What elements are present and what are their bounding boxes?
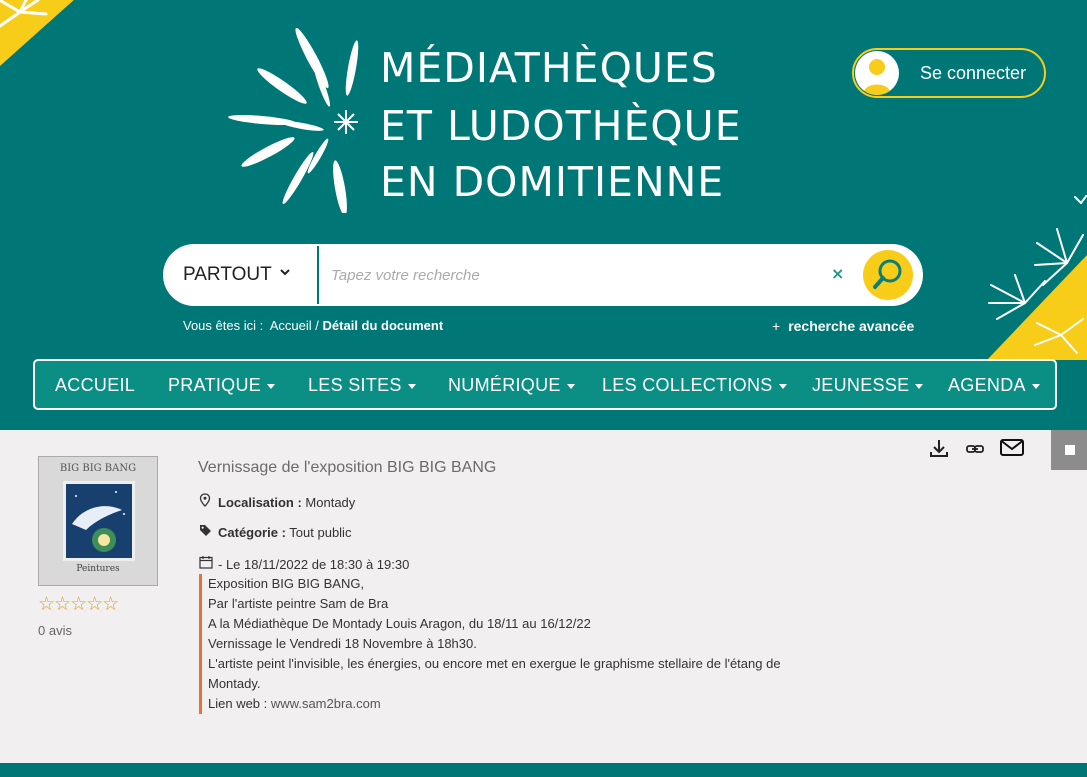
square-icon bbox=[1065, 445, 1075, 455]
document-thumbnail[interactable]: BIG BIG BANG Peintures bbox=[38, 456, 158, 586]
main-nav: ACCUEIL PRATIQUE LES SITES NUMÉRIQUE LES… bbox=[33, 359, 1057, 410]
nav-label: PRATIQUE bbox=[168, 375, 262, 395]
login-button[interactable]: Se connecter bbox=[852, 48, 1046, 98]
description-line: Par l'artiste peintre Sam de Bra bbox=[208, 596, 389, 611]
user-icon bbox=[855, 51, 899, 95]
corner-decoration bbox=[0, 0, 74, 67]
search-divider bbox=[317, 246, 319, 304]
nav-label: JEUNESSE bbox=[812, 375, 910, 395]
date-row: - Le 18/11/2022 de 18:30 à 19:30 bbox=[199, 555, 409, 572]
location-value: Montady bbox=[305, 495, 356, 510]
breadcrumb-separator: / bbox=[315, 318, 319, 333]
caret-down-icon bbox=[915, 383, 924, 389]
category-row: Catégorie : Tout public bbox=[199, 524, 351, 540]
clear-icon[interactable]: × bbox=[831, 264, 844, 283]
search-scope-select[interactable]: PARTOUT bbox=[183, 264, 272, 286]
corner-decoration bbox=[987, 195, 1087, 360]
plus-icon: + bbox=[772, 318, 781, 334]
description-line: Montady. bbox=[208, 676, 261, 691]
search-input[interactable] bbox=[331, 258, 811, 292]
calendar-icon bbox=[199, 555, 213, 572]
location-row: Localisation : Montady bbox=[199, 493, 355, 510]
search-button[interactable] bbox=[863, 250, 913, 300]
review-count: 0 avis bbox=[38, 623, 72, 638]
search-bar: PARTOUT × bbox=[163, 244, 923, 306]
logo-line-3: EN DOMITIENNE bbox=[380, 158, 725, 206]
document-title: Vernissage de l'exposition BIG BIG BANG bbox=[198, 459, 497, 476]
nav-item-les-collections[interactable]: LES COLLECTIONS bbox=[602, 375, 787, 396]
description-line: L'artiste peint l'invisible, les énergie… bbox=[208, 656, 781, 671]
document-description: Exposition BIG BIG BANG, Par l'artiste p… bbox=[199, 574, 799, 714]
caret-down-icon bbox=[407, 383, 416, 389]
site-footer bbox=[0, 763, 1087, 777]
nav-label: AGENDA bbox=[948, 375, 1026, 395]
breadcrumb-current: Détail du document bbox=[322, 318, 444, 333]
web-link[interactable]: www.sam2bra.com bbox=[271, 696, 381, 711]
nav-item-accueil[interactable]: ACCUEIL bbox=[55, 375, 135, 396]
event-date: - Le 18/11/2022 de 18:30 à 19:30 bbox=[218, 557, 410, 572]
description-line: Exposition BIG BIG BANG, bbox=[208, 576, 365, 591]
site-header: MÉDIATHÈQUES ET LUDOTHÈQUE EN DOMITIENNE… bbox=[0, 0, 1087, 430]
caret-down-icon bbox=[267, 383, 276, 389]
thumbnail-caption: Peintures bbox=[76, 564, 120, 574]
caret-down-icon bbox=[778, 383, 787, 389]
search-icon bbox=[873, 259, 902, 289]
logo-line-2: ET LUDOTHÈQUE bbox=[380, 102, 742, 150]
nav-item-les-sites[interactable]: LES SITES bbox=[308, 375, 416, 396]
location-label: Localisation : bbox=[218, 495, 302, 510]
web-link-label: Lien web : bbox=[208, 696, 268, 711]
nav-item-agenda[interactable]: AGENDA bbox=[948, 375, 1040, 396]
nav-label: ACCUEIL bbox=[55, 375, 136, 395]
nav-label: LES SITES bbox=[308, 375, 402, 395]
breadcrumb-home-link[interactable]: Accueil bbox=[270, 318, 312, 333]
logo-line-1: MÉDIATHÈQUES bbox=[380, 44, 718, 92]
caret-down-icon bbox=[1031, 383, 1040, 389]
breadcrumb-prefix: Vous êtes ici : bbox=[183, 318, 264, 333]
nav-item-jeunesse[interactable]: JEUNESSE bbox=[812, 375, 924, 396]
nav-label: NUMÉRIQUE bbox=[448, 375, 561, 395]
download-icon[interactable] bbox=[928, 437, 950, 463]
nav-item-numerique[interactable]: NUMÉRIQUE bbox=[448, 375, 575, 396]
advanced-search-link[interactable]: + recherche avancée bbox=[772, 318, 914, 334]
category-label: Catégorie : bbox=[218, 525, 286, 540]
link-icon[interactable] bbox=[965, 439, 985, 463]
chevron-down-icon[interactable] bbox=[280, 265, 290, 281]
web-link-row: Lien web : www.sam2bra.com bbox=[208, 694, 799, 714]
advanced-search-label: recherche avancée bbox=[788, 318, 915, 334]
map-pin-icon bbox=[199, 493, 213, 510]
caret-down-icon bbox=[566, 383, 575, 389]
rating-stars[interactable]: ☆☆☆☆☆ bbox=[38, 593, 119, 615]
logo-star-icon bbox=[228, 28, 359, 213]
artwork-image bbox=[63, 481, 135, 561]
thumbnail-title: BIG BIG BANG bbox=[59, 463, 137, 474]
nav-label: LES COLLECTIONS bbox=[602, 375, 773, 395]
side-panel-toggle[interactable] bbox=[1051, 430, 1087, 470]
nav-item-pratique[interactable]: PRATIQUE bbox=[168, 375, 276, 396]
site-logo[interactable]: MÉDIATHÈQUES ET LUDOTHÈQUE EN DOMITIENNE bbox=[222, 28, 742, 213]
description-line: Vernissage le Vendredi 18 Novembre à 18h… bbox=[208, 636, 477, 651]
breadcrumb: Vous êtes ici : Accueil / Détail du docu… bbox=[183, 318, 443, 333]
mail-icon[interactable] bbox=[999, 437, 1025, 463]
tag-icon bbox=[199, 524, 213, 540]
description-line: A la Médiathèque De Montady Louis Aragon… bbox=[208, 616, 591, 631]
category-value: Tout public bbox=[289, 525, 352, 540]
login-label: Se connecter bbox=[920, 63, 1027, 83]
